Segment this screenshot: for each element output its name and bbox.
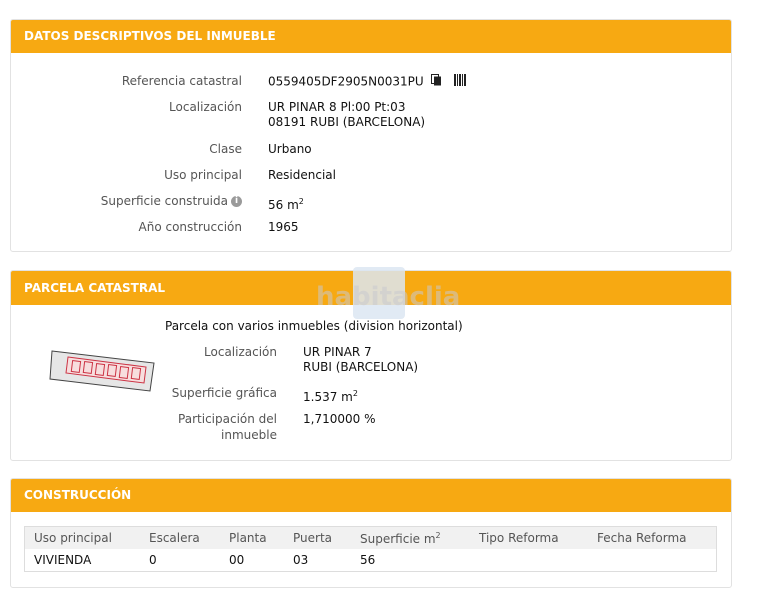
barcode-icon[interactable]	[454, 74, 467, 90]
construccion-table-header-row: Uso principal Escalera Planta Puerta Sup…	[24, 526, 717, 549]
referencia-label: Referencia catastral	[121, 74, 242, 88]
superficie-construida-label-wrap: Superficie construida i	[60, 194, 242, 209]
datos-descriptivos-card: DATOS DESCRIPTIVOS DEL INMUEBLE	[10, 19, 732, 252]
superficie-grafica-label: Superficie gráfica	[171, 386, 277, 400]
superficie-grafica-unit-sup: 2	[352, 389, 358, 398]
col-superficie-sup: 2	[435, 530, 441, 540]
cell-superficie: 56	[360, 553, 376, 567]
info-icon[interactable]: i	[231, 196, 242, 207]
table-row: VIVIENDA 0 00 03 56	[25, 549, 717, 572]
localizacion-label: Localización	[169, 100, 242, 114]
superficie-construida-number: 56 m	[268, 198, 299, 212]
col-superficie: Superficie m2	[351, 526, 470, 549]
col-tipo-reforma: Tipo Reforma	[470, 526, 588, 549]
col-puerta: Puerta	[284, 526, 351, 549]
parcel-map-thumbnail[interactable]	[48, 349, 156, 394]
superficie-construida-label: Superficie construida	[100, 194, 228, 208]
referencia-text: 0559405DF2905N0031PU	[268, 74, 424, 89]
cell-escalera: 0	[149, 553, 157, 567]
superficie-construida-unit-sup: 2	[298, 197, 304, 206]
localizacion-line2: 08191 RUBI (BARCELONA)	[268, 115, 426, 129]
copy-icon[interactable]	[430, 74, 442, 90]
referencia-value: 0559405DF2905N0031PU	[268, 74, 467, 90]
datos-descriptivos-header: DATOS DESCRIPTIVOS DEL INMUEBLE	[11, 20, 731, 53]
cell-tipo-reforma	[470, 549, 588, 572]
construccion-table: Uso principal Escalera Planta Puerta Sup…	[24, 526, 717, 572]
superficie-construida-value: 56 m2	[268, 194, 304, 213]
cell-planta: 00	[229, 553, 245, 567]
parcela-localizacion-line1: UR PINAR 7	[303, 345, 372, 359]
localizacion-line1: UR PINAR 8 Pl:00 Pt:03	[268, 100, 406, 114]
clase-value: Urbano	[268, 142, 312, 156]
cell-uso-principal: VIVIENDA	[34, 553, 92, 567]
construccion-header: CONSTRUCCIÓN	[11, 479, 731, 512]
uso-principal-value: Residencial	[268, 168, 336, 182]
participacion-label-line1: Participación del	[178, 412, 277, 426]
clase-label: Clase	[209, 142, 242, 156]
ano-construccion-label: Año construcción	[138, 220, 243, 234]
ano-construccion-value: 1965	[268, 220, 299, 234]
col-planta: Planta	[220, 526, 284, 549]
col-uso-principal: Uso principal	[24, 526, 140, 549]
uso-principal-label: Uso principal	[164, 168, 242, 182]
superficie-grafica-value: 1.537 m2	[303, 386, 358, 405]
participacion-label-line2: inmueble	[221, 428, 277, 442]
watermark-text: habitaclia	[316, 282, 461, 312]
cell-puerta: 03	[293, 553, 309, 567]
col-escalera: Escalera	[140, 526, 220, 549]
parcela-subtitle: Parcela con varios inmuebles (division h…	[165, 319, 463, 333]
participacion-value: 1,710000 %	[303, 412, 376, 426]
parcela-localizacion-label: Localización	[204, 345, 277, 359]
parcela-localizacion-line2: RUBI (BARCELONA)	[303, 360, 419, 374]
cell-fecha-reforma	[588, 549, 717, 572]
superficie-grafica-number: 1.537 m	[303, 390, 353, 404]
col-superficie-label: Superficie m	[360, 531, 436, 546]
col-fecha-reforma: Fecha Reforma	[588, 526, 717, 549]
